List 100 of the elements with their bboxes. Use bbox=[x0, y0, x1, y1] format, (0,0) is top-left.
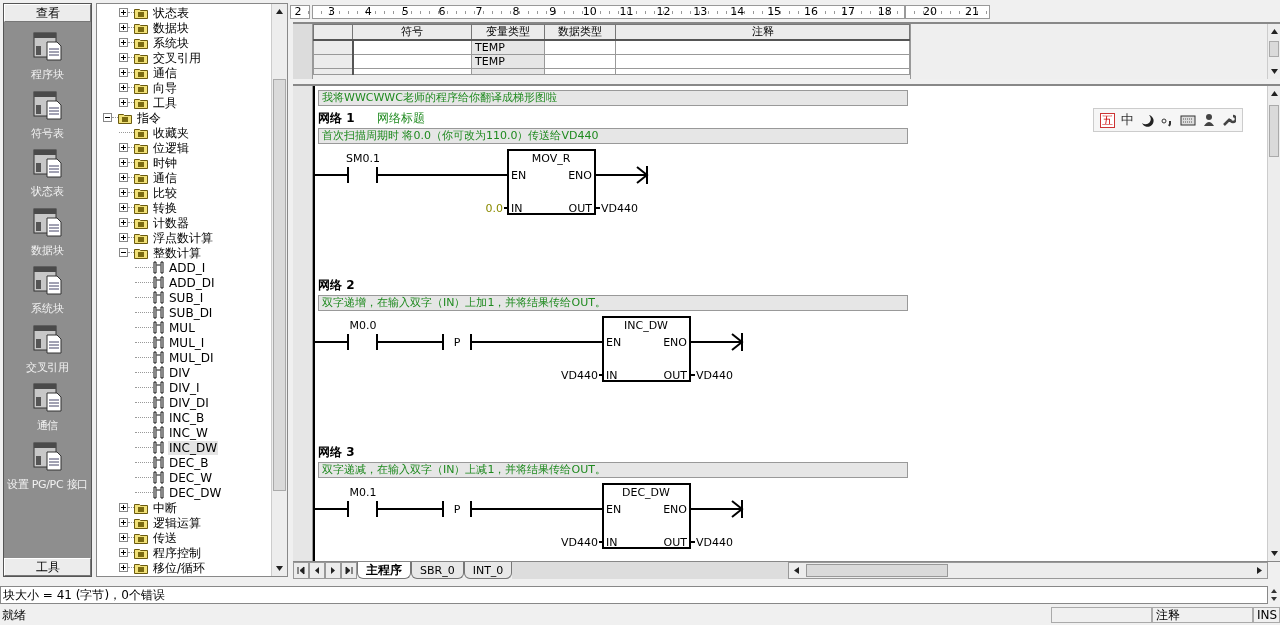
window-document-icon bbox=[32, 324, 63, 355]
tree-item-label[interactable]: DIV bbox=[168, 365, 191, 380]
tree-item-label[interactable]: 位逻辑 bbox=[152, 140, 190, 155]
program-tab[interactable]: INT_0 bbox=[463, 562, 513, 579]
first-tab-button[interactable] bbox=[293, 562, 309, 579]
vertical-scrollbar[interactable] bbox=[1267, 86, 1280, 561]
tree-item-label[interactable]: MUL_DI bbox=[168, 350, 215, 365]
ruler-number: 10 bbox=[581, 6, 598, 18]
network-comment[interactable]: 双字递减，在输入双字（IN）上减1，并将结果传给OUT。 bbox=[318, 462, 908, 478]
program-tab[interactable]: 主程序 bbox=[357, 562, 411, 579]
tools-header-button[interactable]: 工具 bbox=[4, 558, 91, 576]
scrollbar-thumb[interactable] bbox=[1269, 105, 1279, 157]
network-comment[interactable]: 双字递增，在输入双字（IN）上加1，并将结果传给OUT。 bbox=[318, 295, 908, 311]
folder-icon bbox=[134, 531, 148, 544]
folder-icon bbox=[134, 216, 148, 229]
tree-item-label[interactable]: 时钟 bbox=[152, 155, 178, 170]
folder-icon bbox=[134, 231, 148, 244]
folder-icon bbox=[134, 81, 148, 94]
tree-item-label[interactable]: DIV_DI bbox=[168, 395, 210, 410]
previous-tab-button[interactable] bbox=[309, 562, 325, 579]
tree-item-label[interactable]: 浮点数计算 bbox=[152, 230, 214, 245]
pin-label: IN bbox=[511, 202, 523, 215]
tree-item-label[interactable]: SUB_DI bbox=[168, 305, 214, 320]
tree-item-label[interactable]: 计数器 bbox=[152, 215, 190, 230]
pin-label: ENO bbox=[663, 336, 687, 349]
pin-wire bbox=[690, 374, 696, 376]
vertical-scrollbar[interactable] bbox=[1267, 24, 1280, 79]
input-scheme-button[interactable]: 五 bbox=[1100, 112, 1115, 128]
tree-item-label[interactable]: 系统块 bbox=[152, 35, 190, 50]
tree-item-label[interactable]: 指令 bbox=[136, 110, 162, 125]
input-mode-button[interactable]: 中 bbox=[1121, 111, 1134, 129]
tree-item-label[interactable]: MUL bbox=[168, 320, 196, 335]
folder-icon bbox=[134, 141, 148, 154]
input-operand: 0.0 bbox=[485, 202, 503, 215]
tree-item-label[interactable]: INC_DW bbox=[168, 440, 218, 455]
program-tab[interactable]: SBR_0 bbox=[411, 562, 464, 579]
tree-item-label[interactable]: 工具 bbox=[152, 95, 178, 110]
program-comment[interactable]: 我将WWCWWC老师的程序给你翻译成梯形图啦 bbox=[318, 90, 908, 106]
scroll-up-icon bbox=[275, 8, 284, 15]
tree-item-label[interactable]: 向导 bbox=[152, 80, 178, 95]
tree-item-label[interactable]: 中断 bbox=[152, 500, 178, 515]
tree-item-label[interactable]: DEC_W bbox=[168, 470, 214, 485]
ruler-number: 21 bbox=[964, 6, 980, 18]
last-tab-button[interactable] bbox=[341, 562, 357, 579]
ruler-number: 3 bbox=[326, 6, 336, 18]
instruction-box-icon bbox=[153, 351, 164, 364]
tree-item-label[interactable]: 移位/循环 bbox=[152, 560, 207, 575]
vertical-scrollbar[interactable] bbox=[271, 4, 287, 576]
ruler-number: 8 bbox=[511, 6, 521, 18]
tree-item-label[interactable]: SUB_I bbox=[168, 290, 205, 305]
moon-icon bbox=[1140, 113, 1154, 127]
view-header-button[interactable]: 查看 bbox=[4, 4, 91, 22]
ruler-number: 15 bbox=[766, 6, 783, 18]
tree-item-label[interactable]: 通信 bbox=[152, 170, 178, 185]
person-icon bbox=[1202, 113, 1216, 127]
instruction-box-icon bbox=[153, 396, 164, 409]
scrollbar-thumb[interactable] bbox=[1269, 41, 1279, 57]
next-tab-button[interactable] bbox=[325, 562, 341, 579]
scroll-right-icon bbox=[1256, 566, 1263, 575]
contact-address: M0.1 bbox=[349, 486, 377, 499]
tree-item-label[interactable]: 比较 bbox=[152, 185, 178, 200]
tree-item-label[interactable]: ADD_I bbox=[168, 260, 207, 275]
horizontal-scrollbar[interactable] bbox=[788, 562, 1268, 579]
folder-icon bbox=[134, 516, 148, 529]
instruction-box-icon bbox=[153, 306, 164, 319]
ruler-number: 13 bbox=[692, 6, 709, 18]
tree-item-label[interactable]: DEC_B bbox=[168, 455, 210, 470]
rung-wire bbox=[376, 341, 444, 343]
tree-item-label[interactable]: 整数计算 bbox=[152, 245, 202, 260]
tree-item-label[interactable]: 传送 bbox=[152, 530, 178, 545]
tree-item-label[interactable]: DEC_DW bbox=[168, 485, 223, 500]
ruler-number: 18 bbox=[876, 6, 893, 18]
tree-item-label[interactable]: MUL_I bbox=[168, 335, 206, 350]
row-selector[interactable] bbox=[313, 68, 353, 75]
scrollbar-thumb[interactable] bbox=[806, 564, 948, 577]
output-field[interactable]: 块大小 = 41 (字节)，0个错误 bbox=[0, 586, 1268, 604]
normally-open-contact bbox=[347, 500, 378, 518]
ruler-number: 4 bbox=[363, 6, 373, 18]
tree-item-label[interactable]: 程序控制 bbox=[152, 545, 202, 560]
tree-item-label[interactable]: 数据块 bbox=[152, 20, 190, 35]
network-name[interactable]: 网络标题 bbox=[376, 109, 425, 127]
scroll-down-icon bbox=[275, 565, 284, 572]
tree-item-label[interactable]: INC_W bbox=[168, 425, 209, 440]
network-comment[interactable]: 首次扫描周期时 将0.0（你可改为110.0）传送给VD440 bbox=[318, 128, 908, 144]
tree-item-label[interactable]: 交叉引用 bbox=[152, 50, 202, 65]
pin-label: OUT bbox=[663, 369, 687, 382]
instruction-box-icon bbox=[153, 336, 164, 349]
tree-item-label[interactable]: 状态表 bbox=[152, 5, 190, 20]
tree-item-label[interactable]: 逻辑运算 bbox=[152, 515, 202, 530]
window-document-icon bbox=[32, 383, 63, 413]
tree-item-label[interactable]: 转换 bbox=[152, 200, 178, 215]
tree-item-label[interactable]: ADD_DI bbox=[168, 275, 216, 290]
ruler-number: 11 bbox=[618, 6, 635, 18]
tree-item-label[interactable]: 收藏夹 bbox=[152, 125, 190, 140]
tree-item-label[interactable]: DIV_I bbox=[168, 380, 201, 395]
tree-item-label[interactable]: INC_B bbox=[168, 410, 206, 425]
pin-label: IN bbox=[606, 369, 618, 382]
window-document-icon bbox=[32, 441, 63, 472]
scrollbar-thumb[interactable] bbox=[273, 79, 286, 491]
tree-item-label[interactable]: 通信 bbox=[152, 65, 178, 80]
